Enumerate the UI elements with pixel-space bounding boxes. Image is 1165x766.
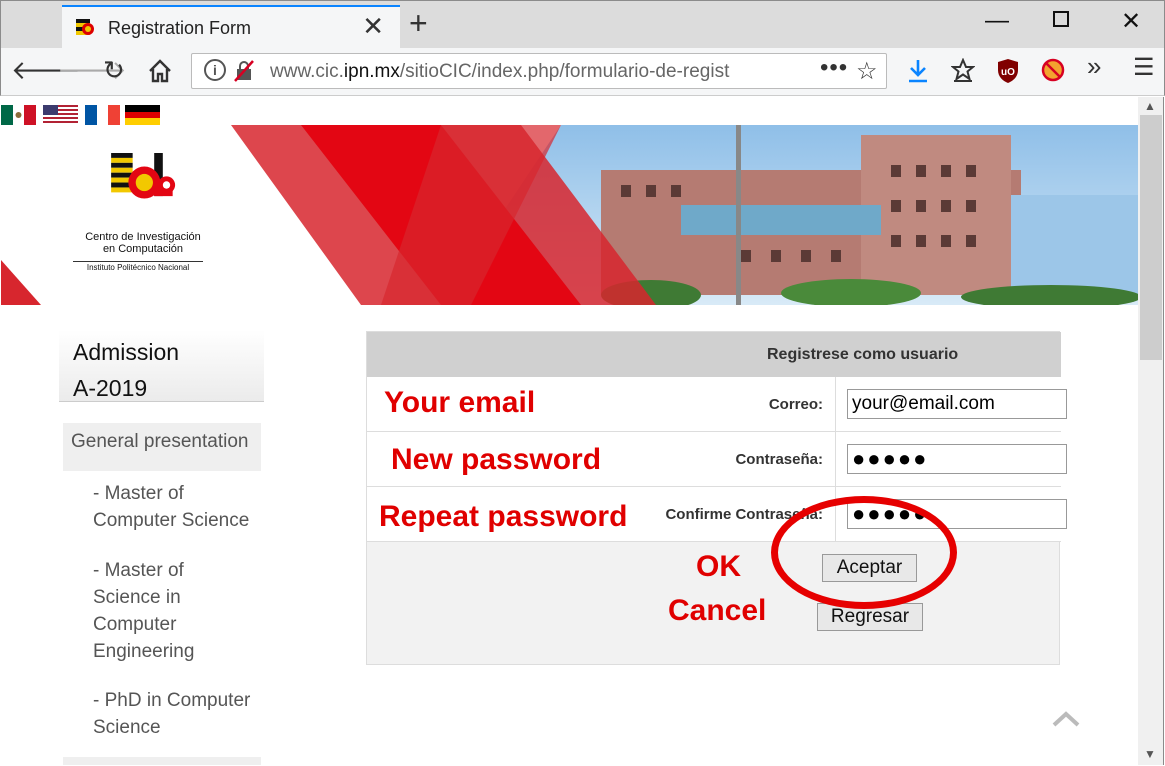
annotation-cancel: Cancel [668, 594, 767, 627]
tab-title: Registration Form [108, 18, 252, 38]
site-info-icon[interactable]: i [204, 59, 226, 81]
annotation-password: New password [391, 443, 602, 476]
page-scrollbar[interactable]: ▲ ▼ [1138, 97, 1164, 765]
germany-flag-icon[interactable] [125, 105, 160, 125]
url-text[interactable]: www.cic.ipn.mx/sitioCIC/index.php/formul… [270, 61, 790, 83]
home-icon[interactable] [147, 58, 173, 84]
annotation-circle [771, 496, 957, 609]
page-actions-button[interactable]: ••• [820, 54, 848, 82]
mexico-flag-icon[interactable] [1, 105, 36, 125]
svg-text:uO: uO [1001, 67, 1015, 78]
download-icon[interactable] [906, 58, 930, 84]
maximize-button[interactable] [1053, 11, 1069, 27]
cic-favicon-icon [76, 19, 94, 35]
logo-text: Centro de Investigación en Computación [85, 231, 201, 255]
reload-button[interactable]: ↻ [103, 56, 125, 84]
bookmarks-library-icon[interactable] [951, 58, 975, 82]
scrollbar-thumb[interactable] [1140, 115, 1162, 360]
close-window-button[interactable]: ✕ [1121, 7, 1141, 36]
form-header-text: Registrese como usuario [767, 346, 959, 363]
sidebar-next-item [63, 757, 261, 765]
sidebar-item-phd-cs[interactable]: - PhD in Computer Science [93, 687, 268, 741]
form-header: Registrese como usuario [367, 332, 1061, 377]
minimize-button[interactable]: — [985, 7, 1009, 35]
annotation-email: Your email [384, 386, 536, 419]
scroll-up-icon[interactable]: ▲ [1144, 99, 1156, 113]
annotation-repeat: Repeat password [379, 500, 628, 533]
url-bar[interactable]: i www.cic.ipn.mx/sitioCIC/index.php/form… [191, 53, 887, 89]
email-field[interactable] [847, 389, 1067, 419]
nav-bar: 🡐 🡒 ↻ i www.cic.ipn.mx/sitioCIC/index.ph… [0, 48, 1165, 96]
sidebar-item-master-ce[interactable]: - Master of Science in Computer Engineer… [93, 557, 268, 665]
new-tab-button[interactable]: + [409, 7, 428, 39]
sidebar-item-master-cs[interactable]: - Master of Computer Science [93, 480, 268, 534]
cic-logo-icon [111, 153, 176, 199]
sidebar-title: Admission A-2019 [59, 330, 264, 402]
hamburger-menu-icon[interactable]: ☰ [1133, 56, 1155, 80]
annotation-ok: OK [696, 550, 741, 583]
header-banner: Centro de Investigación en Computación I… [1, 125, 1138, 305]
password-field[interactable] [847, 444, 1067, 474]
logo-subtext: Instituto Politécnico Nacional [73, 261, 203, 272]
scroll-to-top-icon[interactable] [1051, 709, 1081, 729]
insecure-lock-icon[interactable] [234, 60, 254, 82]
page-content: Centro de Investigación en Computación I… [1, 97, 1138, 765]
scroll-down-icon[interactable]: ▼ [1144, 747, 1156, 761]
bookmark-star-icon[interactable]: ☆ [856, 57, 878, 86]
ublock-origin-icon[interactable]: uO [996, 58, 1020, 84]
tab-close-icon[interactable]: ✕ [362, 13, 384, 39]
tab-registration-form[interactable]: Registration Form ✕ [62, 5, 400, 49]
tab-bar: Registration Form ✕ + — ✕ [0, 0, 1165, 49]
sidebar-item-general-presentation[interactable]: General presentation [63, 423, 261, 471]
france-flag-icon[interactable] [85, 105, 120, 125]
overflow-chevron-icon[interactable]: » [1087, 53, 1101, 79]
password-label: Contraseña: [735, 451, 823, 468]
extension-blocker-icon[interactable] [1041, 58, 1065, 82]
usa-flag-icon[interactable] [43, 105, 78, 125]
email-label: Correo: [768, 396, 823, 413]
